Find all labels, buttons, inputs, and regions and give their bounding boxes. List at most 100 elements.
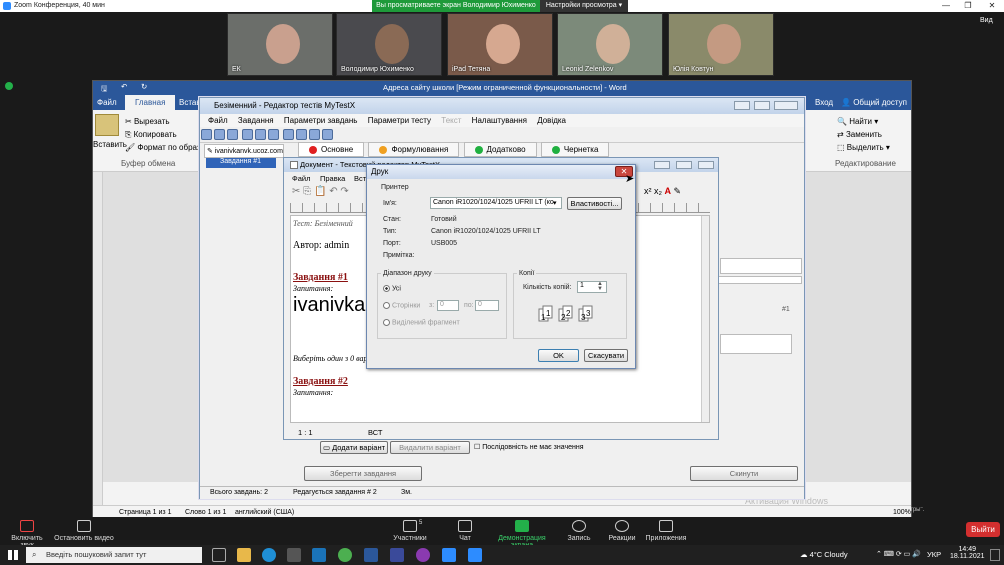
task-list-item[interactable]: ✎ ivanivkanvk.ucoz.com xyxy=(204,144,284,158)
close-icon[interactable] xyxy=(698,161,714,169)
leave-button[interactable]: Выйти xyxy=(966,522,1000,537)
save-task-button[interactable]: Зберегти завдання xyxy=(304,466,422,481)
menu-file[interactable]: Файл xyxy=(292,174,310,183)
range-all-radio[interactable]: Усі xyxy=(383,285,401,292)
doc-scrollbar[interactable] xyxy=(701,216,709,422)
range-pages-radio[interactable]: Сторінки xyxy=(383,302,420,309)
sequence-checkbox[interactable]: ☐ Послідовність не має значення xyxy=(474,443,584,451)
nav-icon[interactable] xyxy=(296,129,308,140)
save-icon[interactable] xyxy=(227,129,238,140)
participant-tile[interactable]: Юлія Ковтун xyxy=(668,13,774,76)
view-settings-button[interactable]: Настройки просмотра ▾ xyxy=(540,0,628,12)
zoom-icon[interactable] xyxy=(468,548,482,562)
start-icon[interactable] xyxy=(8,550,18,560)
task-icon[interactable] xyxy=(268,129,280,140)
maximize-icon[interactable]: ❐ xyxy=(958,0,978,12)
menu-edit[interactable]: Правка xyxy=(320,174,345,183)
paste-button[interactable]: Вставить xyxy=(93,140,127,149)
cancel-task-button[interactable]: Скинути xyxy=(690,466,798,481)
participant-tile[interactable]: ЕК xyxy=(227,13,333,76)
nav-icon[interactable] xyxy=(283,129,295,140)
help-icon[interactable] xyxy=(322,129,334,140)
share-button[interactable]: 👤 Общий доступ xyxy=(841,98,907,107)
paste-icon[interactable]: 📋 xyxy=(314,186,326,197)
redo-icon[interactable]: ↻ xyxy=(141,82,147,91)
app-icon[interactable] xyxy=(390,548,404,562)
menu-help[interactable]: Довідка xyxy=(537,116,566,125)
mail-icon[interactable] xyxy=(312,548,326,562)
participant-tile[interactable]: Володимир Юхименко xyxy=(336,13,442,76)
notifications-icon[interactable] xyxy=(990,549,1000,561)
properties-button[interactable]: Властивості... xyxy=(567,197,622,210)
task-selected[interactable]: Завдання #1 xyxy=(206,158,276,168)
format-painter-button[interactable]: 🖌 Формат по образцу xyxy=(125,143,209,152)
redo-icon[interactable]: ↷ xyxy=(340,186,348,197)
clock[interactable]: 14:49 18.11.2021 xyxy=(950,546,985,560)
search-input[interactable]: Введіть пошуковий запит тут xyxy=(26,547,202,563)
cancel-button[interactable]: Скасувати xyxy=(584,349,628,362)
nav-icon[interactable] xyxy=(309,129,321,140)
view-button[interactable]: Вид xyxy=(980,17,993,24)
video-button[interactable]: Остановить видео xyxy=(54,520,114,542)
subscript-icon[interactable]: x₂ xyxy=(654,186,662,196)
store-icon[interactable] xyxy=(287,548,301,562)
to-input[interactable]: 0 xyxy=(475,300,499,311)
paste-icon[interactable] xyxy=(95,114,119,136)
minimize-icon[interactable] xyxy=(734,101,750,110)
range-selection-radio[interactable]: Виділений фрагмент xyxy=(383,319,460,326)
participant-tile[interactable]: Leonid Zelenkov xyxy=(557,13,663,76)
replace-button[interactable]: ⇄ Заменить xyxy=(837,130,882,139)
minimize-icon[interactable] xyxy=(654,161,670,169)
minimize-icon[interactable]: — xyxy=(936,0,956,12)
cut-button[interactable]: ✂ Вырезать xyxy=(125,117,170,126)
task-view-icon[interactable] xyxy=(212,548,226,562)
printer-select[interactable]: Canon iR1020/1024/1025 UFRII LT (ко xyxy=(430,197,562,209)
login-link[interactable]: Вход xyxy=(815,98,833,107)
tab-home[interactable]: Главная xyxy=(125,95,176,110)
select-button[interactable]: ⬚ Выделить ▾ xyxy=(837,143,890,152)
copy-button[interactable]: ⎘ Копировать xyxy=(125,130,177,140)
tab-main[interactable]: Основне xyxy=(298,142,365,157)
copies-spinner[interactable]: ▲ ▼ xyxy=(597,281,603,292)
task-icon[interactable] xyxy=(255,129,267,140)
app-icon[interactable] xyxy=(442,548,456,562)
tray-icons[interactable]: ⌃ ⌨ ⟳ ▭ 🔊 xyxy=(876,550,921,558)
undo-icon[interactable]: ↶ xyxy=(329,186,337,197)
app-icon[interactable] xyxy=(416,548,430,562)
maximize-icon[interactable] xyxy=(754,101,770,110)
answer-field[interactable] xyxy=(720,334,792,354)
apps-button[interactable]: Приложения xyxy=(644,520,688,542)
find-button[interactable]: 🔍 Найти ▾ xyxy=(837,117,878,126)
new-icon[interactable] xyxy=(201,129,212,140)
participants-button[interactable]: Участники xyxy=(388,520,432,542)
close-icon[interactable]: ✕ xyxy=(982,0,1002,12)
font-color-icon[interactable]: A xyxy=(665,186,672,196)
open-icon[interactable] xyxy=(214,129,225,140)
ok-button[interactable]: OK xyxy=(538,349,579,362)
participant-tile[interactable]: iPad Тетяна xyxy=(447,13,553,76)
status-language[interactable]: английский (США) xyxy=(235,509,294,516)
menu-text[interactable]: Текст xyxy=(441,116,461,125)
delete-variant-button[interactable]: Видалити варіант xyxy=(390,441,470,454)
menu-file[interactable]: Файл xyxy=(208,116,228,125)
chevron-down-icon[interactable]: ▾ xyxy=(553,199,557,207)
weather-widget[interactable]: ☁ 4°C Cloudy xyxy=(800,550,848,559)
menu-test-params[interactable]: Параметри тесту xyxy=(368,116,431,125)
task-icon[interactable] xyxy=(242,129,254,140)
chat-button[interactable]: Чат xyxy=(450,520,480,542)
close-icon[interactable] xyxy=(774,101,798,110)
menu-settings[interactable]: Налаштування xyxy=(472,116,527,125)
status-zoom[interactable]: 100% xyxy=(893,509,911,516)
chrome-icon[interactable] xyxy=(338,548,352,562)
superscript-icon[interactable]: x² xyxy=(644,186,652,196)
menu-task-params[interactable]: Параметри завдань xyxy=(284,116,358,125)
menu-task[interactable]: Завдання xyxy=(238,116,274,125)
from-input[interactable]: 0 xyxy=(437,300,459,311)
copy-icon[interactable]: ⎘ xyxy=(303,186,311,197)
maximize-icon[interactable] xyxy=(676,161,692,169)
edge-icon[interactable] xyxy=(262,548,276,562)
word-icon[interactable] xyxy=(364,548,378,562)
add-variant-button[interactable]: ▭ Додати варіант xyxy=(320,441,388,454)
language-indicator[interactable]: УКР xyxy=(927,550,941,559)
tab-file[interactable]: Файл xyxy=(97,98,117,107)
